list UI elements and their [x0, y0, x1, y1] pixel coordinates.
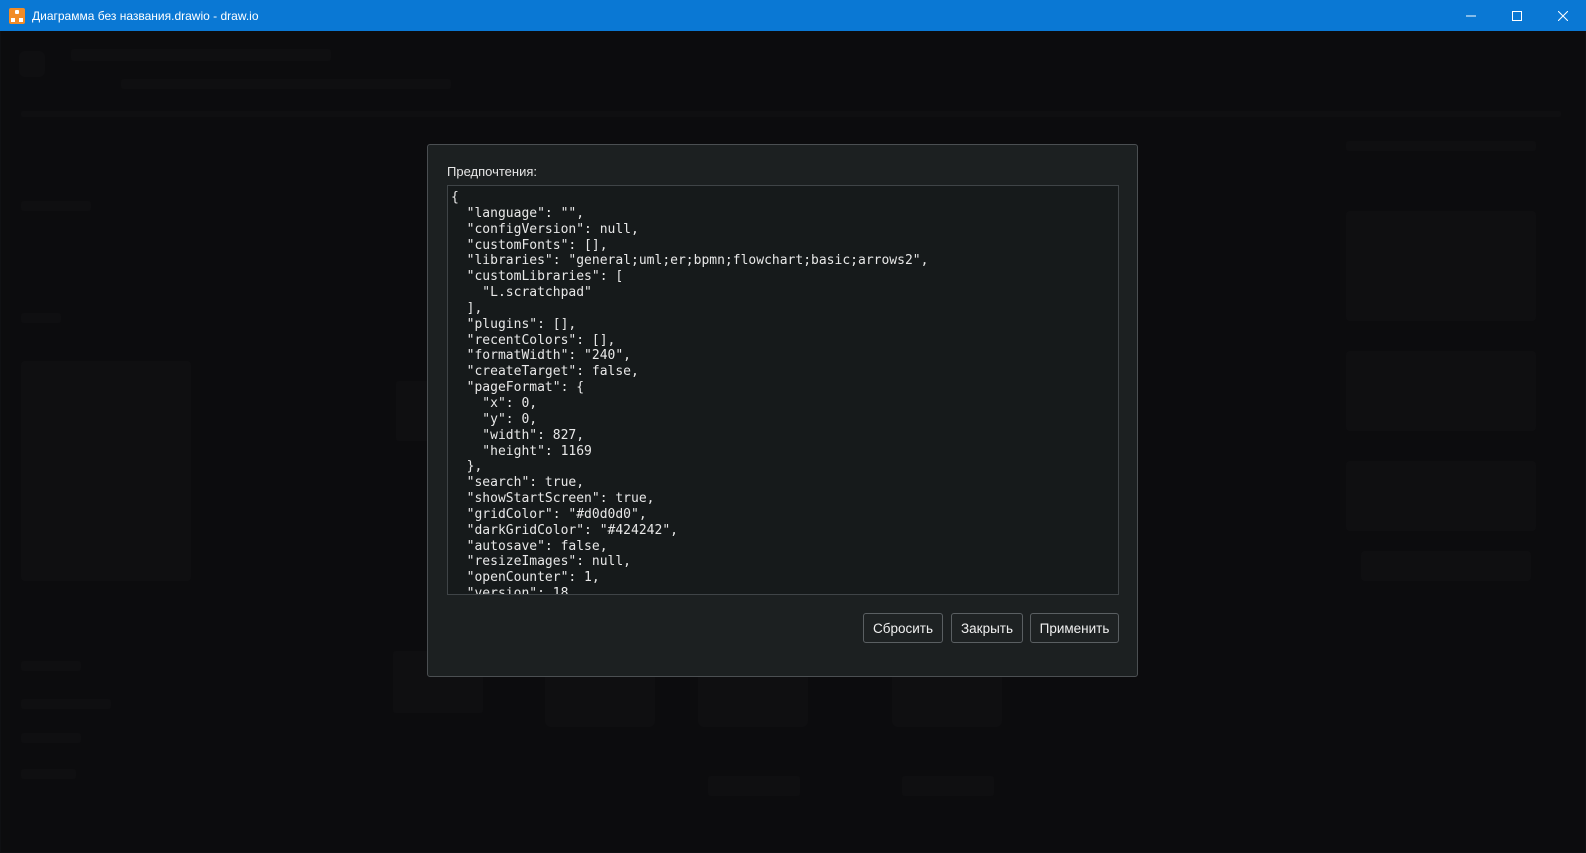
- reset-button[interactable]: Сбросить: [863, 613, 943, 643]
- window-controls: [1448, 0, 1586, 31]
- maximize-icon: [1512, 10, 1522, 21]
- close-button[interactable]: Закрыть: [951, 613, 1023, 643]
- preferences-textarea[interactable]: { "language": "", "configVersion": null,…: [447, 185, 1119, 595]
- minimize-icon: [1466, 15, 1476, 16]
- drawio-logo-icon: [9, 7, 25, 24]
- close-icon: [1558, 10, 1568, 21]
- window-title: Диаграмма без названия.drawio - draw.io: [32, 8, 259, 23]
- close-button[interactable]: [1540, 0, 1586, 31]
- minimize-button[interactable]: [1448, 0, 1494, 31]
- maximize-button[interactable]: [1494, 0, 1540, 31]
- apply-button[interactable]: Применить: [1030, 613, 1119, 643]
- title-bar: Диаграмма без названия.drawio - draw.io: [0, 0, 1586, 31]
- preferences-label: Предпочтения:: [447, 164, 537, 179]
- preferences-dialog: Предпочтения: { "language": "", "configV…: [427, 144, 1138, 677]
- preferences-json-text: { "language": "", "configVersion": null,…: [451, 190, 929, 595]
